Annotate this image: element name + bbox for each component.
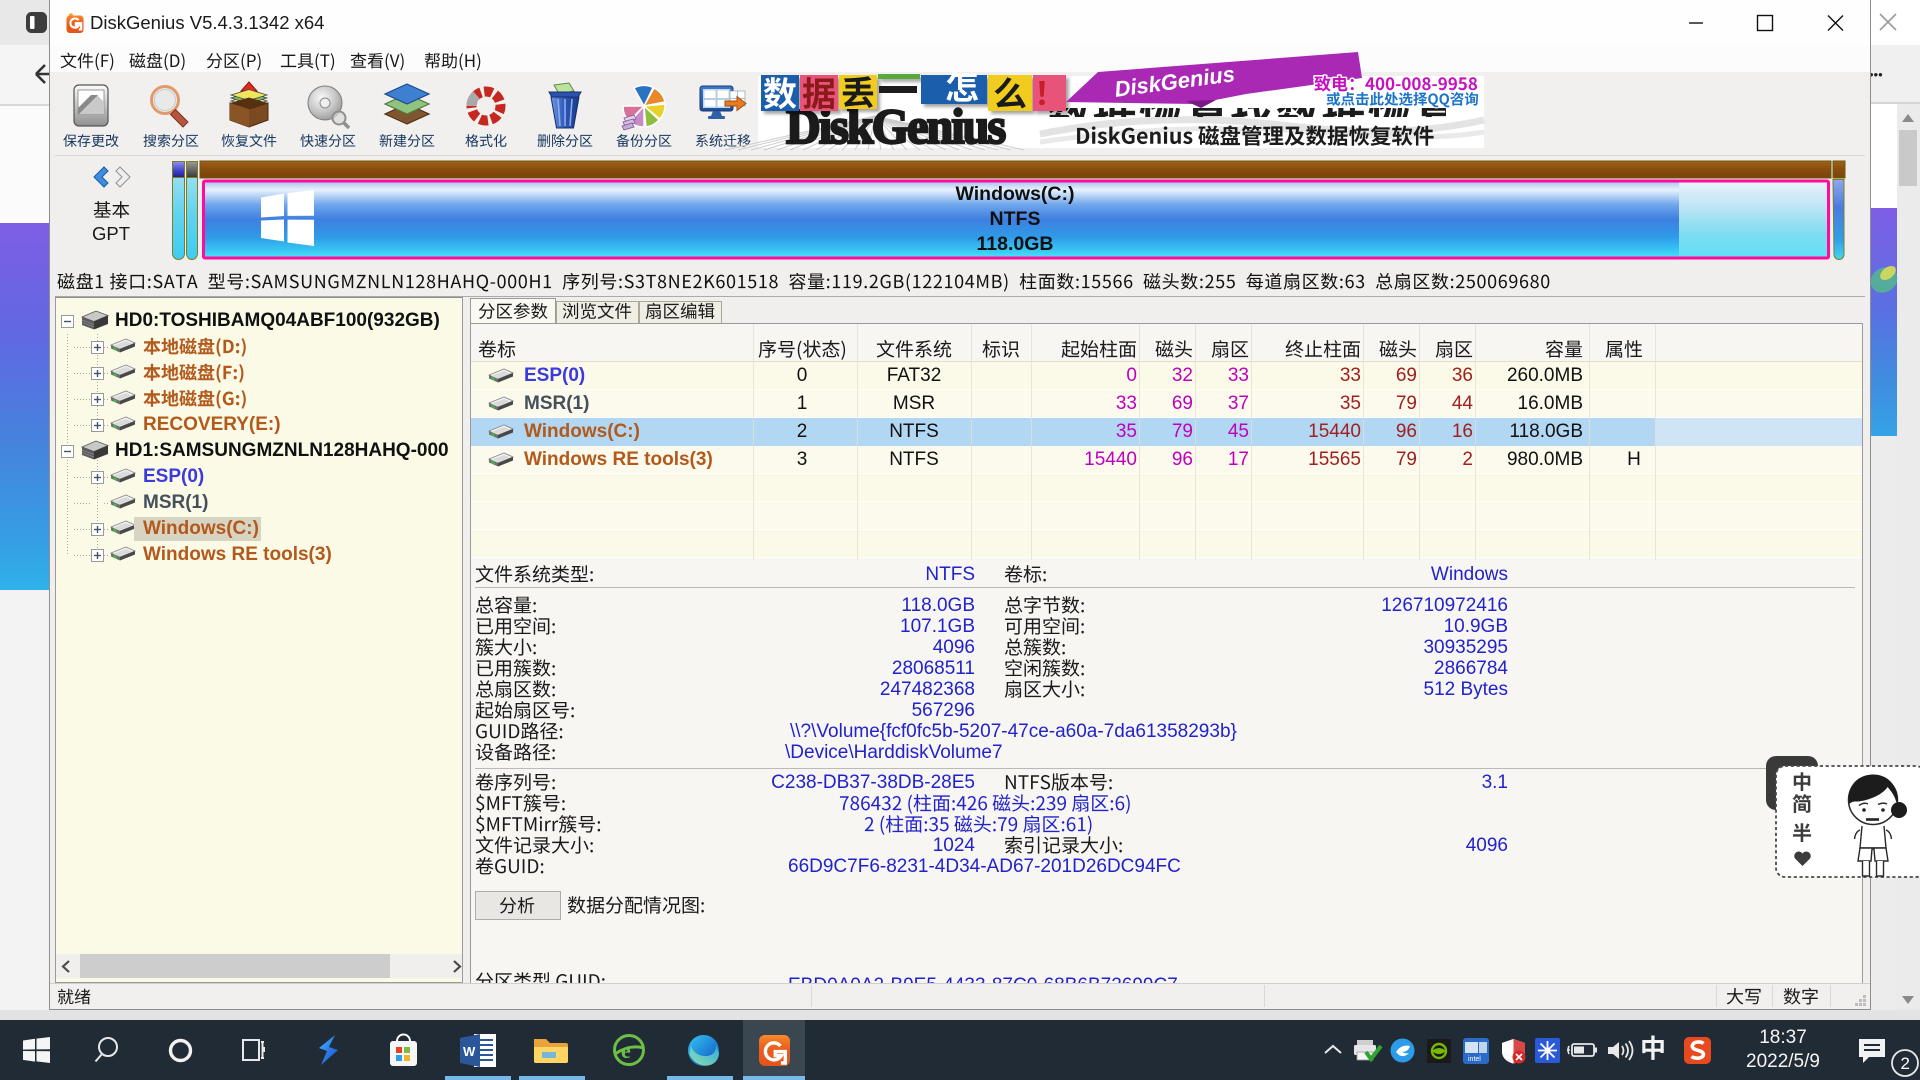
svg-text:W: W — [463, 1044, 476, 1059]
svg-text:2: 2 — [1901, 1054, 1910, 1073]
svg-text:intel: intel — [1468, 1056, 1481, 1063]
